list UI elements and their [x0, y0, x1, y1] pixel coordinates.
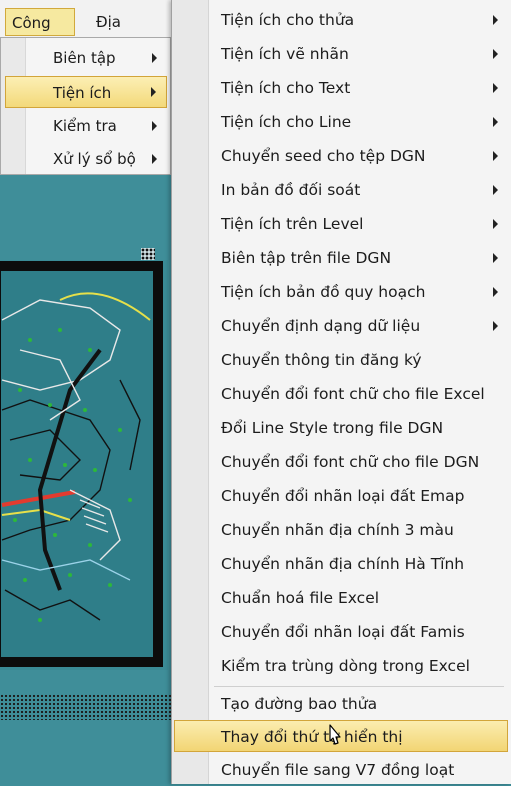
submenu-item[interactable]: Chuẩn hoá file Excel — [174, 582, 508, 614]
submenu-item-label: Tiện ích cho thửa — [221, 11, 355, 29]
submenu-item[interactable]: Đổi Line Style trong file DGN — [174, 412, 508, 444]
submenu-item[interactable]: Chuyển nhãn địa chính Hà Tĩnh — [174, 548, 508, 580]
menu-dia-chinh[interactable]: Địa chính — [90, 8, 172, 59]
submenu-item-label: Biên tập trên file DGN — [221, 249, 392, 267]
submenu-item[interactable]: Tạo đường bao thửa — [174, 688, 508, 720]
submenu-arrow-icon — [152, 154, 157, 164]
submenu-arrow-icon — [493, 219, 498, 229]
menu-item-label: Tiện ích — [53, 84, 112, 102]
submenu-item[interactable]: Biên tập trên file DGN — [174, 242, 508, 274]
submenu-item-label: Chuyển seed cho tệp DGN — [221, 147, 426, 165]
submenu-item-label: Chuyển đổi nhãn loại đất Famis — [221, 623, 465, 641]
submenu-item-label: Tiện ích vẽ nhãn — [221, 45, 349, 63]
submenu-arrow-icon — [493, 15, 498, 25]
submenu-arrow-icon — [493, 253, 498, 263]
submenu-arrow-icon — [493, 49, 498, 59]
cong-cu-dropdown: Biên tập Tiện ích Kiểm tra Xử lý sổ bộ — [0, 37, 171, 175]
submenu-arrow-icon — [151, 87, 156, 97]
submenu-item-label: Chuyển đổi font chữ cho file DGN — [221, 453, 480, 471]
submenu-item-label: Tiện ích cho Line — [221, 113, 352, 131]
menu-item-bien-tap[interactable]: Biên tập — [5, 42, 167, 74]
menu-item-tien-ich[interactable]: Tiện ích — [5, 76, 167, 108]
submenu-arrow-icon — [152, 121, 157, 131]
grid-pattern — [0, 694, 175, 720]
submenu-item-label: Chuẩn hoá file Excel — [221, 589, 380, 607]
menu-item-kiem-tra[interactable]: Kiểm tra — [5, 110, 167, 142]
submenu-arrow-icon — [493, 151, 498, 161]
submenu-arrow-icon — [493, 185, 498, 195]
submenu-item-label: Chuyển định dạng dữ liệu — [221, 317, 421, 335]
submenu-item-label: In bản đồ đối soát — [221, 181, 361, 199]
submenu-item-label: Tiện ích bản đồ quy hoạch — [221, 283, 426, 301]
submenu-item[interactable]: Tiện ích cho thửa — [174, 4, 508, 36]
submenu-item[interactable]: Chuyển file sang V7 đồng loạt — [174, 754, 508, 786]
submenu-item[interactable]: Chuyển thông tin đăng ký — [174, 344, 508, 376]
submenu-item[interactable]: Chuyển nhãn địa chính 3 màu — [174, 514, 508, 546]
menu-item-label: Biên tập — [53, 49, 116, 67]
submenu-item-label: Chuyển đổi nhãn loại đất Emap — [221, 487, 465, 505]
submenu-item[interactable]: Chuyển đổi font chữ cho file Excel — [174, 378, 508, 410]
tien-ich-submenu: Tiện ích cho thửa Tiện ích vẽ nhãn Tiện … — [171, 0, 511, 784]
menu-item-label: Xử lý sổ bộ — [53, 150, 136, 168]
submenu-item[interactable]: Chuyển định dạng dữ liệu — [174, 310, 508, 342]
submenu-item[interactable]: Tiện ích cho Text — [174, 72, 508, 104]
submenu-item[interactable]: Tiện ích bản đồ quy hoạch — [174, 276, 508, 308]
submenu-arrow-icon — [493, 117, 498, 127]
submenu-arrow-icon — [493, 321, 498, 331]
submenu-item[interactable]: Tiện ích trên Level — [174, 208, 508, 240]
submenu-item-label: Tạo đường bao thửa — [221, 695, 378, 713]
submenu-item-label: Chuyển nhãn địa chính Hà Tĩnh — [221, 555, 465, 573]
submenu-arrow-icon — [152, 53, 157, 63]
submenu-item[interactable]: Chuyển đổi nhãn loại đất Famis — [174, 616, 508, 648]
submenu-item[interactable]: Tiện ích cho Line — [174, 106, 508, 138]
menu-item-xu-ly-so-bo[interactable]: Xử lý sổ bộ — [5, 143, 167, 175]
submenu-arrow-icon — [493, 83, 498, 93]
submenu-item-label: Thay đổi thứ tự hiển thị — [221, 728, 403, 746]
submenu-item-label: Đổi Line Style trong file DGN — [221, 419, 444, 437]
submenu-item[interactable]: Kiểm tra trùng dòng trong Excel — [174, 650, 508, 682]
submenu-arrow-icon — [493, 287, 498, 297]
submenu-item[interactable]: Chuyển đổi nhãn loại đất Emap — [174, 480, 508, 512]
mouse-cursor-icon — [329, 724, 341, 745]
menu-cong-cu[interactable]: Công cụ — [5, 8, 75, 60]
map-drawing — [0, 260, 168, 670]
submenu-item-label: Chuyển đổi font chữ cho file Excel — [221, 385, 485, 403]
submenu-item-label: Chuyển file sang V7 đồng loạt — [221, 761, 455, 779]
menu-item-label: Kiểm tra — [53, 117, 117, 135]
submenu-item[interactable]: Tiện ích vẽ nhãn — [174, 38, 508, 70]
menu-separator — [214, 686, 504, 687]
menu-bar: Công cụ Địa chính — [0, 0, 175, 60]
submenu-item-label: Tiện ích cho Text — [221, 79, 351, 97]
submenu-item[interactable]: Chuyển seed cho tệp DGN — [174, 140, 508, 172]
submenu-item-label: Kiểm tra trùng dòng trong Excel — [221, 657, 470, 675]
submenu-item-label: Tiện ích trên Level — [221, 215, 364, 233]
submenu-item-label: Chuyển thông tin đăng ký — [221, 351, 422, 369]
submenu-item[interactable]: Chuyển đổi font chữ cho file DGN — [174, 446, 508, 478]
submenu-item-label: Chuyển nhãn địa chính 3 màu — [221, 521, 454, 539]
submenu-item[interactable]: In bản đồ đối soát — [174, 174, 508, 206]
